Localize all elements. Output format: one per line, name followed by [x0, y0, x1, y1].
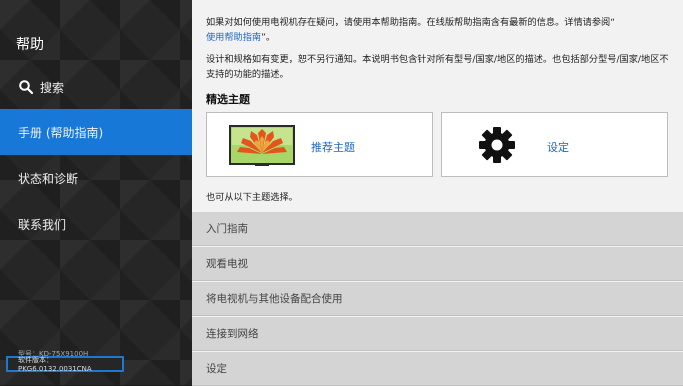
card-label: 推荐主题 — [311, 141, 355, 154]
intro-paragraph: 如果对如何使用电视机存在疑问，请使用本帮助指南。在线版帮助指南含有最新的信息。详… — [206, 15, 674, 45]
sidebar-title: 帮助 — [16, 37, 44, 53]
sidebar-item-label: 联系我们 — [18, 217, 67, 232]
topic-settings[interactable]: 设定 — [192, 352, 683, 386]
intro-text: 如果对如何使用电视机存在疑问，请使用本帮助指南。在线版帮助指南含有最新的信息。详… — [206, 17, 616, 28]
gear-icon — [479, 127, 515, 163]
sidebar-item-label: 搜索 — [40, 80, 65, 95]
sidebar-item-search[interactable]: 搜索 — [0, 64, 192, 110]
sidebar-item-contact[interactable]: 联系我们 — [0, 201, 192, 247]
notice-text: 设计和规格如有变更，恕不另行通知。本说明书包含针对所有型号/国家/地区的描述。也… — [206, 54, 669, 80]
main-content: 如果对如何使用电视机存在疑问，请使用本帮助指南。在线版帮助指南含有最新的信息。详… — [192, 0, 683, 386]
intro-link-suffix: ”。 — [261, 32, 276, 43]
topic-getting-started[interactable]: 入门指南 — [192, 212, 683, 246]
featured-card-settings[interactable]: 设定 — [441, 112, 668, 177]
featured-title: 精选主题 — [206, 93, 250, 106]
sidebar-item-label: 手册 (帮助指南) — [18, 125, 104, 140]
also-text: 也可从以下主题选择。 — [206, 192, 298, 203]
help-guide-link[interactable]: 使用帮助指南 — [206, 32, 261, 43]
sidebar-item-manual[interactable]: 手册 (帮助指南) — [0, 109, 192, 155]
card-label: 设定 — [547, 141, 569, 154]
topic-network[interactable]: 连接到网络 — [192, 317, 683, 351]
topic-watching-tv[interactable]: 观看电视 — [192, 247, 683, 281]
sidebar: 帮助 搜索 手册 (帮助指南) 状态和诊断 联系我们 型号：KD-75X9100… — [0, 0, 192, 385]
featured-card-recommended[interactable]: 推荐主题 — [206, 112, 433, 177]
topic-other-devices[interactable]: 将电视机与其他设备配合使用 — [192, 282, 683, 316]
sidebar-item-status[interactable]: 状态和诊断 — [0, 155, 192, 201]
tv-flower-icon — [229, 125, 295, 166]
sidebar-item-label: 状态和诊断 — [18, 171, 79, 186]
software-version: 软件版本： PKG6.0132.0031CNA — [6, 356, 124, 373]
search-icon — [19, 80, 34, 95]
